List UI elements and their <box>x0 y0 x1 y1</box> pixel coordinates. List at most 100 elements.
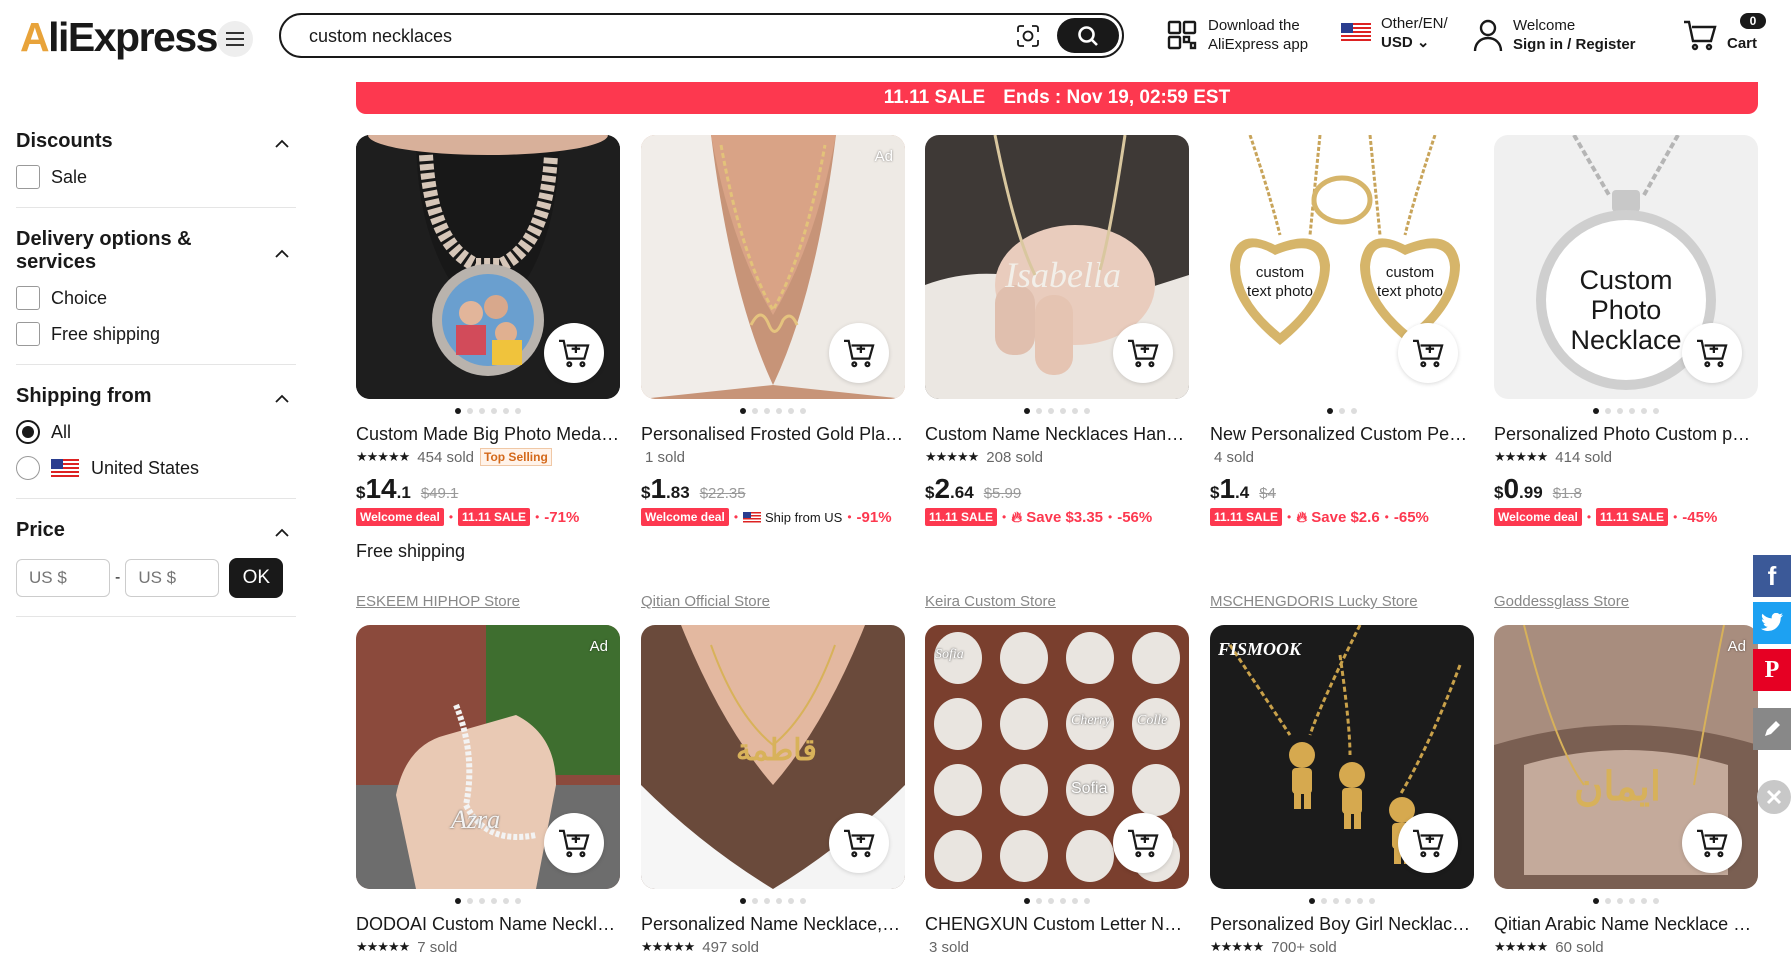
ship-from-label: Ship from US <box>765 509 843 525</box>
tile-caption: Cherry <box>1071 713 1111 728</box>
rating-stars-icon: ★★★★★ <box>1210 939 1264 954</box>
aliexpress-logo[interactable]: AliExpress <box>20 14 218 61</box>
product-meta: 3 sold <box>925 937 1189 957</box>
store-link[interactable]: ESKEEM HIPHOP Store <box>356 593 520 610</box>
rating-stars-icon: ★★★★★ <box>925 449 979 464</box>
product-image[interactable] <box>356 135 620 399</box>
option-sale[interactable]: Sale <box>16 165 296 189</box>
image-search-button[interactable] <box>1014 22 1042 50</box>
original-price: $5.99 <box>983 485 1022 502</box>
product-title[interactable]: Personalised Frosted Gold Plated Name Ne… <box>641 423 905 445</box>
add-to-cart-button[interactable] <box>1682 813 1742 873</box>
sold-count: 497 sold <box>702 938 759 956</box>
svg-text:قاطمة: قاطمة <box>736 734 817 767</box>
chevron-up-icon[interactable] <box>274 391 290 407</box>
product-image[interactable]: Custom Photo Necklace <box>1494 135 1758 399</box>
download-app-link[interactable]: Download the AliExpress app <box>1166 16 1308 54</box>
product-title[interactable]: Personalized Boy Girl Necklace Custom <box>1210 913 1474 935</box>
option-united-states[interactable]: United States <box>16 456 296 480</box>
price-ok-button[interactable]: OK <box>229 558 284 598</box>
price-max-input[interactable] <box>125 559 220 597</box>
product-card[interactable]: Custom Photo Necklace Personalized Photo… <box>1494 135 1758 610</box>
chevron-up-icon[interactable] <box>274 246 290 262</box>
product-card[interactable]: Sofia Cherry Colle Sofia CHENGXUN Custom… <box>925 625 1189 957</box>
free-shipping-checkbox[interactable] <box>16 322 40 346</box>
pinterest-share-button[interactable]: P <box>1753 649 1791 691</box>
filter-discounts: Discounts Sale <box>16 110 296 208</box>
free-shipping-label: Free shipping <box>356 541 466 561</box>
product-card[interactable]: قاطمة Personalized Name Necklace, Initia… <box>641 625 905 957</box>
product-image[interactable]: Azra Ad <box>356 625 620 889</box>
price-min-input[interactable] <box>16 559 110 597</box>
add-to-cart-button[interactable] <box>1682 323 1742 383</box>
product-image[interactable]: custom text photo custom text photo <box>1210 135 1474 399</box>
product-meta: 1 sold <box>641 447 905 467</box>
menu-button[interactable] <box>217 21 253 57</box>
price-decimal: .4 <box>1235 483 1250 502</box>
add-to-cart-button[interactable] <box>1398 813 1458 873</box>
filter-title-discounts: Discounts <box>16 130 113 152</box>
add-to-cart-button[interactable] <box>829 323 889 383</box>
chevron-up-icon[interactable] <box>274 136 290 152</box>
product-image[interactable]: Sofia Cherry Colle Sofia <box>925 625 1189 889</box>
original-price: $49.1 <box>420 485 459 502</box>
sale-banner[interactable]: 11.11 SALE Ends : Nov 19, 02:59 EST <box>356 82 1758 114</box>
search-input[interactable] <box>309 24 989 48</box>
product-meta: ★★★★★ 454 sold Top Selling <box>356 447 620 467</box>
sale-checkbox[interactable] <box>16 165 40 189</box>
product-card[interactable]: FISMOOK Personalized Boy Girl Necklace C… <box>1210 625 1474 957</box>
add-to-cart-button[interactable] <box>1113 813 1173 873</box>
product-meta: ★★★★★ 7 sold <box>356 937 620 957</box>
image-dots <box>1494 898 1758 904</box>
search-bar <box>279 13 1124 58</box>
product-title[interactable]: DODOAI Custom Name Necklace <box>356 913 620 935</box>
all-radio[interactable] <box>16 420 40 444</box>
price-range: - OK <box>16 558 296 598</box>
sale-ends: Ends : Nov 19, 02:59 EST <box>1003 87 1231 108</box>
product-image[interactable]: Ad <box>641 135 905 399</box>
store-link[interactable]: Qitian Official Store <box>641 593 770 610</box>
add-to-cart-button[interactable] <box>829 813 889 873</box>
store-link[interactable]: Keira Custom Store <box>925 593 1056 610</box>
product-card[interactable]: custom text photo custom text photo New … <box>1210 135 1474 610</box>
account-link[interactable]: Welcome Sign in / Register <box>1473 16 1636 54</box>
store-link[interactable]: MSCHENGDORIS Lucky Store <box>1210 593 1418 610</box>
product-card[interactable]: Isabella Custom Name Necklaces Handmade … <box>925 135 1189 610</box>
add-to-cart-button[interactable] <box>544 323 604 383</box>
us-radio[interactable] <box>16 456 40 480</box>
product-card[interactable]: Ad Personalised Frosted Gold Plated Name… <box>641 135 905 610</box>
product-image[interactable]: قاطمة <box>641 625 905 889</box>
choice-checkbox[interactable] <box>16 286 40 310</box>
option-free-shipping[interactable]: Free shipping <box>16 322 296 346</box>
store-link[interactable]: Goddessglass Store <box>1494 593 1629 610</box>
region-currency-selector[interactable]: Other/EN/USD ⌄ <box>1341 14 1448 52</box>
sale-tag: 11.11 SALE <box>1210 508 1283 526</box>
add-to-cart-button[interactable] <box>1398 323 1458 383</box>
cart-plus-icon <box>844 339 875 368</box>
product-title[interactable]: Custom Made Big Photo Medallions Necklac… <box>356 423 620 445</box>
product-title[interactable]: CHENGXUN Custom Letter Name Necklace <box>925 913 1189 935</box>
product-title[interactable]: Personalized Name Necklace, Initial <box>641 913 905 935</box>
product-image[interactable]: Isabella <box>925 135 1189 399</box>
add-to-cart-button[interactable] <box>544 813 604 873</box>
option-all[interactable]: All <box>16 420 296 444</box>
facebook-share-button[interactable]: f <box>1753 555 1791 597</box>
save-amount: Save $3.35 <box>1026 508 1104 526</box>
product-title[interactable]: New Personalized Custom Pendant <box>1210 423 1474 445</box>
edit-share-button[interactable] <box>1753 708 1791 750</box>
product-title[interactable]: Personalized Photo Custom pendant <box>1494 423 1758 445</box>
product-image[interactable]: FISMOOK <box>1210 625 1474 889</box>
product-title[interactable]: Qitian Arabic Name Necklace Personalized <box>1494 913 1758 935</box>
close-share-button[interactable] <box>1757 780 1791 814</box>
product-card[interactable]: Azra Ad DODOAI Custom Name Necklace ★★★★… <box>356 625 620 957</box>
product-image[interactable]: ايمان Ad <box>1494 625 1758 889</box>
product-card[interactable]: ايمان Ad Qitian Arabic Name Necklace Per… <box>1494 625 1758 957</box>
add-to-cart-button[interactable] <box>1113 323 1173 383</box>
option-choice[interactable]: Choice <box>16 286 296 310</box>
twitter-share-button[interactable] <box>1753 602 1791 644</box>
chevron-up-icon[interactable] <box>274 525 290 541</box>
search-button[interactable] <box>1057 18 1119 53</box>
product-title[interactable]: Custom Name Necklaces Handmade <box>925 423 1189 445</box>
sold-count: 60 sold <box>1555 938 1604 956</box>
product-card[interactable]: Custom Made Big Photo Medallions Necklac… <box>356 135 620 610</box>
